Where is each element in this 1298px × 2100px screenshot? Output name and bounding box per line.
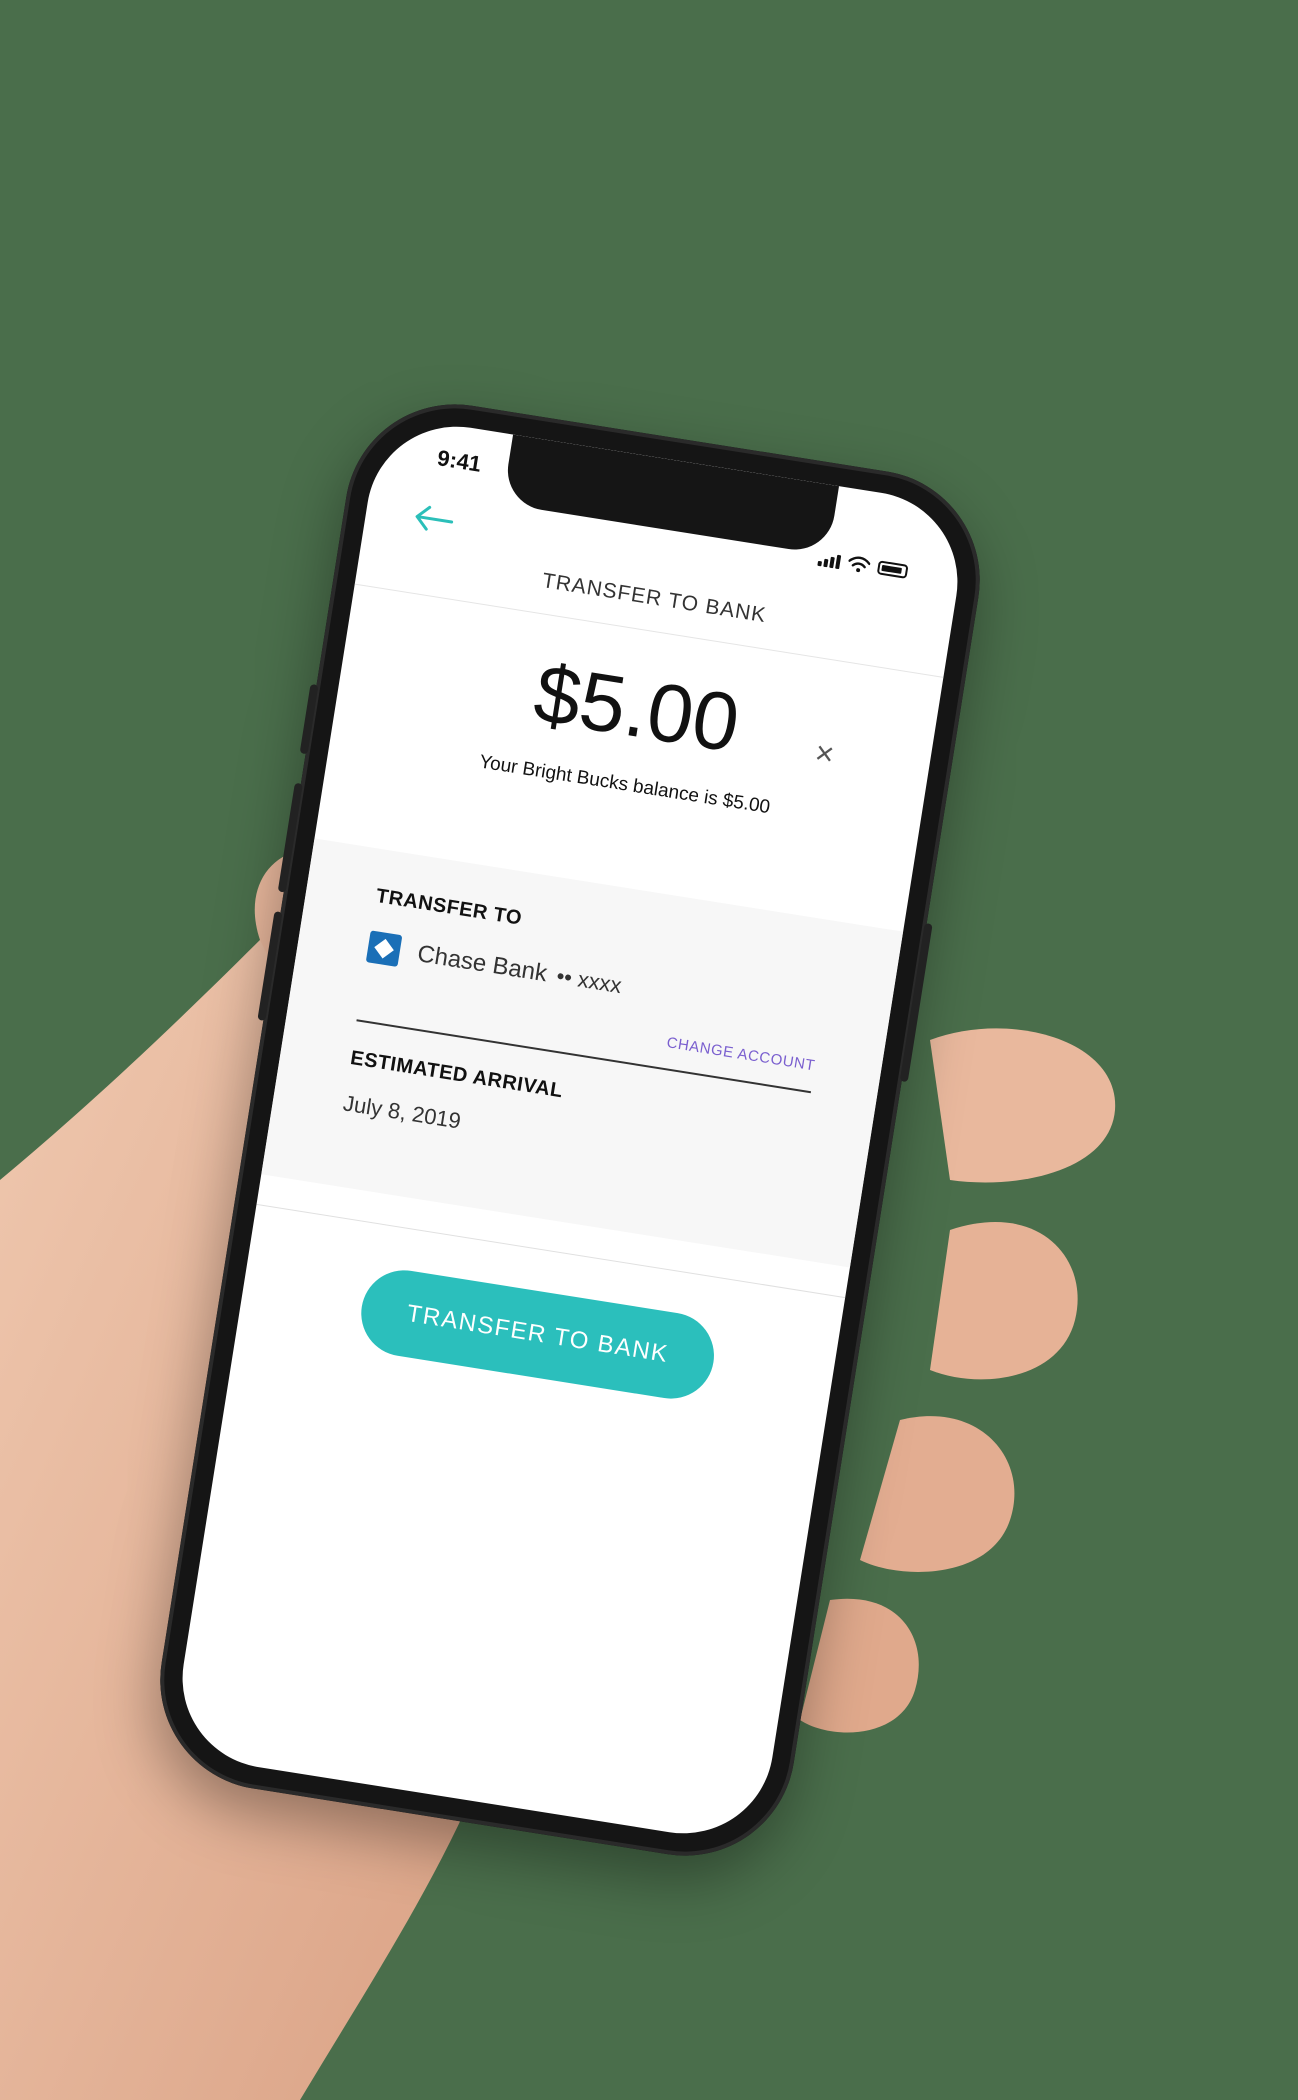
status-icons [817, 550, 909, 580]
bank-name: Chase Bank [415, 940, 549, 988]
estimated-arrival-date: July 8, 2019 [341, 1090, 463, 1134]
bank-account-row: Chase Bank •• xxxx [365, 930, 825, 1034]
arrow-left-icon [415, 505, 454, 531]
cellular-signal-icon [817, 550, 842, 570]
battery-icon [876, 560, 909, 579]
masked-account-number: •• xxxx [554, 963, 624, 999]
estimated-arrival-label: ESTIMATED ARRIVAL [348, 1046, 565, 1103]
back-button[interactable] [411, 498, 457, 544]
wifi-icon [848, 556, 871, 573]
status-time: 9:41 [435, 445, 484, 477]
transfer-to-label: TRANSFER TO [374, 884, 524, 930]
transfer-amount[interactable]: $5.00 [335, 616, 938, 802]
transfer-to-bank-button[interactable]: TRANSFER TO BANK [355, 1264, 721, 1405]
change-account-link[interactable]: CHANGE ACCOUNT [665, 1034, 816, 1074]
transfer-details-panel: TRANSFER TO Chase Bank •• xxxx CHANGE AC… [261, 838, 904, 1268]
chase-bank-logo-icon [365, 930, 403, 967]
